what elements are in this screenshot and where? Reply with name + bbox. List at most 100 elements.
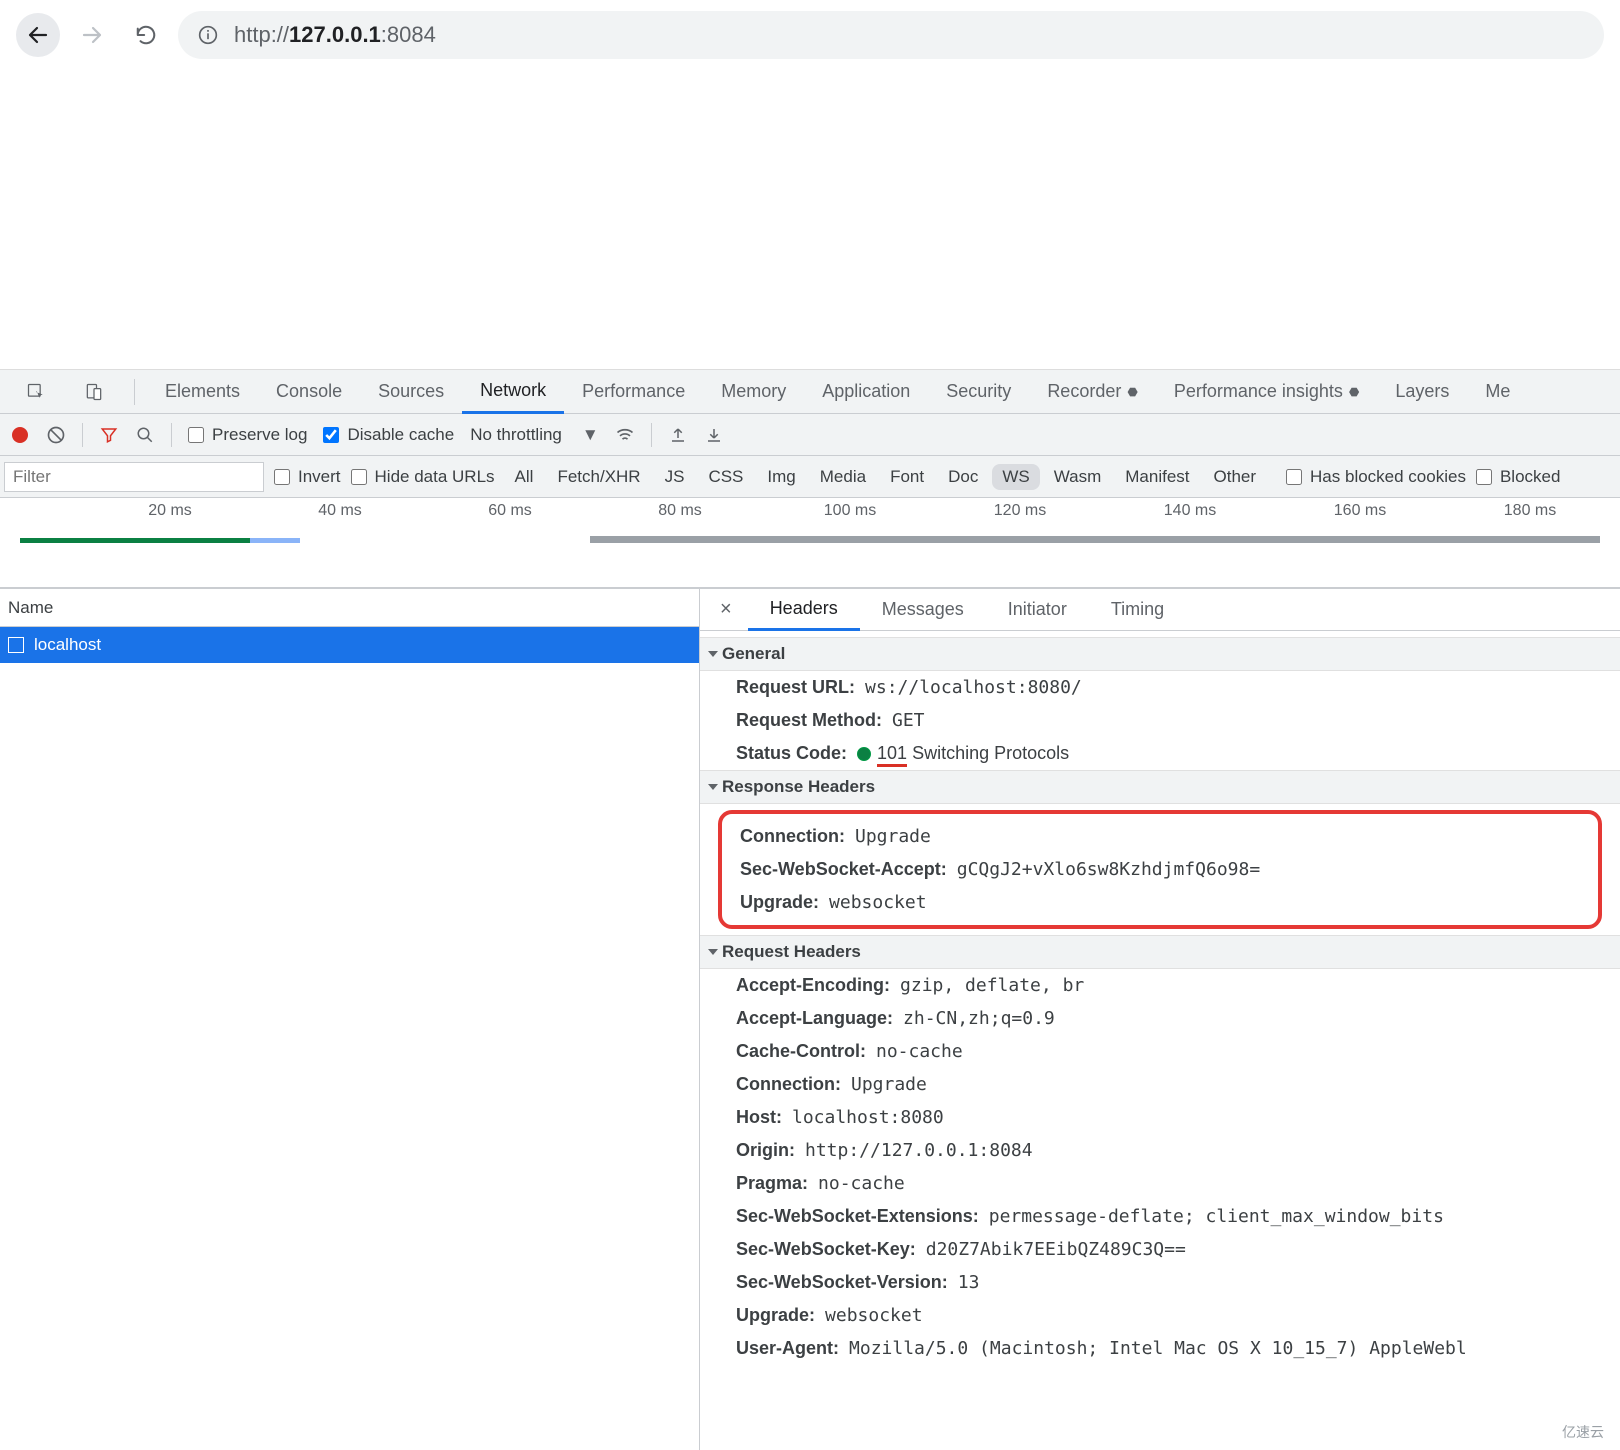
filter-type-css[interactable]: CSS bbox=[698, 464, 753, 490]
preview-badge-icon: ⬣ bbox=[1127, 385, 1137, 399]
download-icon bbox=[705, 426, 723, 444]
browser-toolbar: http://127.0.0.1:8084 bbox=[0, 0, 1620, 70]
request-row[interactable]: localhost bbox=[0, 627, 699, 663]
timeline-segment bbox=[250, 538, 300, 543]
info-icon bbox=[198, 25, 218, 45]
timeline-tick: 80 ms bbox=[658, 502, 702, 520]
hide-data-urls-checkbox[interactable]: Hide data URLs bbox=[351, 467, 495, 487]
network-conditions-button[interactable] bbox=[615, 425, 635, 445]
request-list: Name localhost bbox=[0, 589, 700, 1450]
tab-sources[interactable]: Sources bbox=[360, 370, 462, 414]
detail-tab-initiator[interactable]: Initiator bbox=[986, 589, 1089, 631]
filter-type-wasm[interactable]: Wasm bbox=[1044, 464, 1112, 490]
device-icon bbox=[84, 382, 104, 402]
arrow-right-icon bbox=[80, 23, 104, 47]
network-toolbar: Preserve log Disable cache No throttling… bbox=[0, 414, 1620, 456]
filter-type-font[interactable]: Font bbox=[880, 464, 934, 490]
search-button[interactable] bbox=[135, 425, 155, 445]
wifi-gear-icon bbox=[615, 425, 635, 445]
filter-type-js[interactable]: JS bbox=[655, 464, 695, 490]
forward-button[interactable] bbox=[70, 13, 114, 57]
timeline-tick: 100 ms bbox=[824, 502, 876, 520]
export-button[interactable] bbox=[704, 425, 724, 445]
inspect-element-button[interactable] bbox=[8, 370, 64, 414]
timeline-tick: 160 ms bbox=[1334, 502, 1386, 520]
record-icon bbox=[12, 427, 28, 443]
highlighted-response-headers: Connection:Upgrade Sec-WebSocket-Accept:… bbox=[718, 810, 1602, 929]
filter-input[interactable] bbox=[4, 462, 264, 492]
tab-application[interactable]: Application bbox=[804, 370, 928, 414]
clear-button[interactable] bbox=[46, 425, 66, 445]
timeline-tick: 120 ms bbox=[994, 502, 1046, 520]
request-detail: × HeadersMessagesInitiatorTiming General… bbox=[700, 589, 1620, 1450]
tab-console[interactable]: Console bbox=[258, 370, 360, 414]
inspect-icon bbox=[26, 382, 46, 402]
separator bbox=[134, 379, 135, 405]
tab-performance[interactable]: Performance bbox=[564, 370, 703, 414]
preserve-log-checkbox[interactable]: Preserve log bbox=[188, 425, 307, 445]
upload-icon bbox=[669, 426, 687, 444]
filter-type-fetchxhr[interactable]: Fetch/XHR bbox=[547, 464, 650, 490]
section-response-headers[interactable]: Response Headers bbox=[700, 770, 1620, 804]
network-timeline[interactable]: 20 ms40 ms60 ms80 ms100 ms120 ms140 ms16… bbox=[0, 498, 1620, 588]
filter-type-doc[interactable]: Doc bbox=[938, 464, 988, 490]
tab-performance-insights[interactable]: Performance insights⬣ bbox=[1156, 370, 1378, 414]
detail-tab-headers[interactable]: Headers bbox=[748, 589, 860, 631]
request-name: localhost bbox=[34, 635, 101, 655]
timeline-tick: 180 ms bbox=[1504, 502, 1556, 520]
ws-frame-icon bbox=[8, 637, 24, 653]
tab-recorder[interactable]: Recorder⬣ bbox=[1029, 370, 1156, 414]
triangle-down-icon bbox=[708, 949, 718, 955]
detail-tab-timing[interactable]: Timing bbox=[1089, 589, 1186, 631]
arrow-left-icon bbox=[26, 23, 50, 47]
filter-toggle-button[interactable] bbox=[99, 425, 119, 445]
watermark: 亿速云 bbox=[1562, 1422, 1604, 1442]
preview-badge-icon: ⬣ bbox=[1349, 385, 1359, 399]
filter-type-all[interactable]: All bbox=[505, 464, 544, 490]
request-list-header[interactable]: Name bbox=[0, 589, 699, 627]
search-icon bbox=[136, 426, 154, 444]
record-button[interactable] bbox=[10, 425, 30, 445]
reload-icon bbox=[135, 24, 157, 46]
funnel-icon bbox=[100, 426, 118, 444]
back-button[interactable] bbox=[16, 13, 60, 57]
filter-type-other[interactable]: Other bbox=[1204, 464, 1267, 490]
devtools-tabs: ElementsConsoleSourcesNetworkPerformance… bbox=[0, 370, 1620, 414]
disable-cache-checkbox[interactable]: Disable cache bbox=[323, 425, 454, 445]
timeline-segment bbox=[20, 538, 250, 543]
filter-bar: Invert Hide data URLs AllFetch/XHRJSCSSI… bbox=[0, 456, 1620, 498]
filter-type-manifest[interactable]: Manifest bbox=[1115, 464, 1199, 490]
device-toggle-button[interactable] bbox=[66, 370, 122, 414]
reload-button[interactable] bbox=[124, 13, 168, 57]
disable-cache-label: Disable cache bbox=[347, 425, 454, 445]
invert-checkbox[interactable]: Invert bbox=[274, 467, 341, 487]
tab-network[interactable]: Network bbox=[462, 370, 564, 414]
tab-layers[interactable]: Layers bbox=[1377, 370, 1467, 414]
section-general[interactable]: General bbox=[700, 637, 1620, 671]
page-viewport bbox=[0, 70, 1620, 370]
tab-elements[interactable]: Elements bbox=[147, 370, 258, 414]
throttling-label: No throttling bbox=[470, 425, 562, 445]
filter-type-ws[interactable]: WS bbox=[992, 464, 1039, 490]
blocked-checkbox[interactable]: Blocked bbox=[1476, 467, 1560, 487]
filter-type-media[interactable]: Media bbox=[810, 464, 876, 490]
timeline-tick: 40 ms bbox=[318, 502, 362, 520]
import-button[interactable] bbox=[668, 425, 688, 445]
timeline-tick: 60 ms bbox=[488, 502, 532, 520]
tab-security[interactable]: Security bbox=[928, 370, 1029, 414]
section-request-headers[interactable]: Request Headers bbox=[700, 935, 1620, 969]
detail-tabs: × HeadersMessagesInitiatorTiming bbox=[700, 589, 1620, 631]
url-text: http://127.0.0.1:8084 bbox=[234, 22, 436, 48]
preserve-log-label: Preserve log bbox=[212, 425, 307, 445]
filter-type-img[interactable]: Img bbox=[757, 464, 805, 490]
triangle-down-icon bbox=[708, 784, 718, 790]
detail-tab-messages[interactable]: Messages bbox=[860, 589, 986, 631]
tab-memory[interactable]: Memory bbox=[703, 370, 804, 414]
tab-me[interactable]: Me bbox=[1467, 370, 1528, 414]
url-bar[interactable]: http://127.0.0.1:8084 bbox=[178, 11, 1604, 59]
triangle-down-icon bbox=[708, 651, 718, 657]
blocked-cookies-checkbox[interactable]: Has blocked cookies bbox=[1286, 467, 1466, 487]
close-detail-button[interactable]: × bbox=[708, 598, 744, 621]
timeline-tick: 140 ms bbox=[1164, 502, 1216, 520]
throttling-select[interactable]: No throttling▼ bbox=[470, 425, 599, 445]
